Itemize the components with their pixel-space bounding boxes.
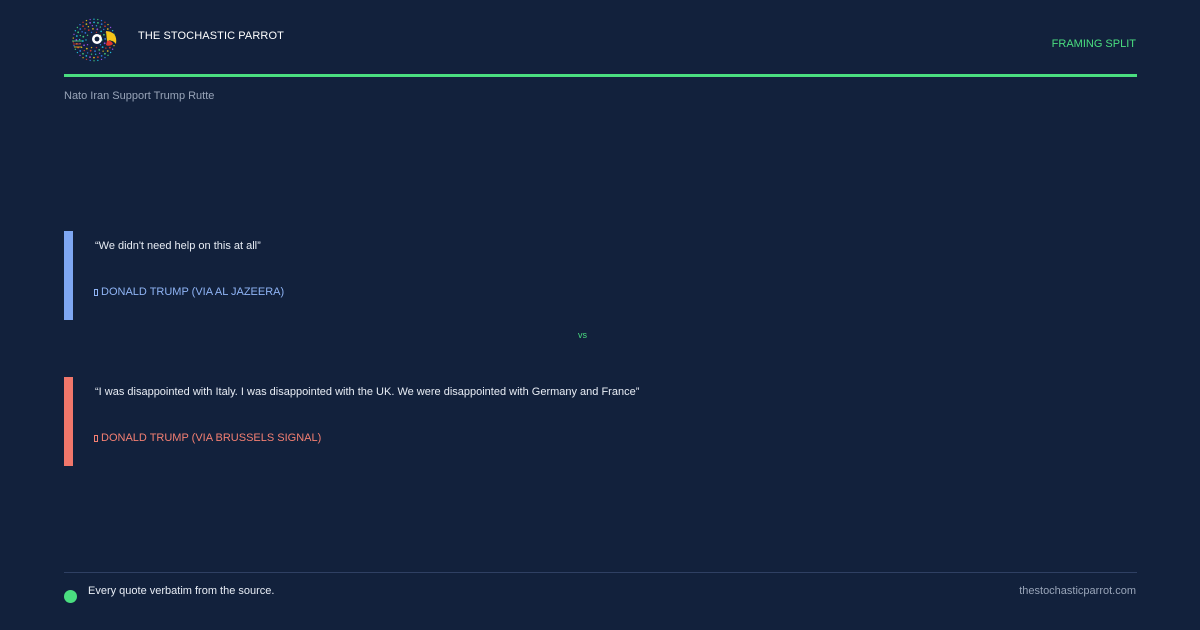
quote-source-label: DONALD TRUMP (VIA BRUSSELS SIGNAL) [101,432,322,444]
quote-card: “We didn't need help on this at all” DON… [64,231,1137,320]
status-dot-icon [64,590,77,603]
site-url[interactable]: thestochasticparrot.com [1019,585,1136,597]
quote-text: “We didn't need help on this at all” [95,240,261,252]
quote-card: “I was disappointed with Italy. I was di… [64,377,1137,466]
source-icon [94,288,98,296]
share-card: THE STOCHASTIC PARROT FRAMING SPLIT Nato… [0,0,1200,630]
footer-note: Every quote verbatim from the source. [88,585,275,597]
quote-accent-bar [64,231,73,320]
framing-split-tag: FRAMING SPLIT [1051,38,1136,50]
quote-source: DONALD TRUMP (VIA AL JAZEERA) [94,286,284,298]
quote-source: DONALD TRUMP (VIA BRUSSELS SIGNAL) [94,432,321,444]
quote-accent-bar [64,377,73,466]
quote-source-label: DONALD TRUMP (VIA AL JAZEERA) [101,286,285,298]
brand-name: THE STOCHASTIC PARROT [138,30,284,42]
footer-divider [64,572,1137,573]
header-divider [64,74,1137,77]
source-icon [94,434,98,442]
topic-title: Nato Iran Support Trump Rutte [64,90,215,102]
quote-text: “I was disappointed with Italy. I was di… [95,386,640,398]
vs-label: vs [578,330,587,340]
parrot-logo-icon [70,17,118,63]
